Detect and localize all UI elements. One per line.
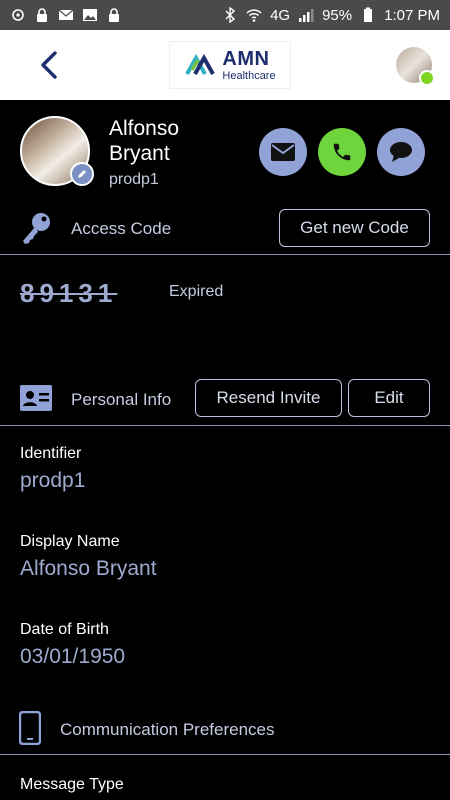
chat-button[interactable] — [377, 128, 425, 176]
divider — [0, 754, 450, 755]
display-name-label: Display Name — [20, 533, 120, 550]
logo-mark-icon — [185, 53, 216, 75]
identifier-value: prodp1 — [20, 469, 86, 492]
online-status-icon — [418, 70, 435, 86]
lock-icon — [37, 8, 47, 22]
logo-subtitle: Healthcare — [222, 69, 276, 82]
pencil-icon — [78, 170, 86, 178]
communication-preferences-label: Communication Preferences — [60, 720, 275, 739]
user-avatar[interactable] — [395, 47, 435, 86]
mobile-phone-icon — [19, 711, 41, 745]
sync-icon — [12, 9, 24, 21]
signal-icon — [299, 9, 314, 22]
logo-brand: AMN — [222, 47, 270, 70]
key-icon — [23, 213, 50, 244]
back-button[interactable] — [34, 45, 64, 85]
battery-percent: 95% — [322, 6, 353, 24]
access-code-label: Access Code — [71, 219, 172, 238]
message-type-label: Message Type — [20, 776, 124, 793]
edit-avatar-button[interactable] — [70, 162, 94, 186]
phone-icon — [333, 143, 351, 161]
dob-label: Date of Birth — [20, 621, 109, 638]
chat-bubble-icon — [390, 142, 412, 162]
id-card-icon — [20, 385, 52, 411]
profile-username: prodp1 — [109, 171, 159, 188]
edit-button[interactable]: Edit — [348, 379, 430, 417]
profile-section: Alfonso Bryant prodp1 — [0, 100, 450, 200]
chevron-left-icon — [41, 51, 57, 79]
status-icons-right: 4G 95% 1:07 PM — [222, 7, 440, 24]
bluetooth-icon — [225, 7, 236, 23]
status-icons-left — [10, 7, 122, 23]
mail-icon — [58, 9, 74, 20]
identifier-label: Identifier — [20, 445, 82, 462]
divider — [0, 254, 450, 255]
status-bar: 4G 95% 1:07 PM — [0, 0, 450, 30]
amn-healthcare-logo: AMN Healthcare — [169, 41, 291, 89]
app-header: AMN Healthcare — [0, 30, 450, 100]
display-name-value: Alfonso Bryant — [20, 557, 157, 580]
code-status: Expired — [169, 283, 224, 300]
personal-info-label: Personal Info — [71, 390, 172, 409]
divider — [0, 425, 450, 426]
get-new-code-button[interactable]: Get new Code — [279, 209, 430, 247]
email-button[interactable] — [259, 128, 307, 176]
battery-icon — [364, 7, 373, 22]
resend-invite-button[interactable]: Resend Invite — [195, 379, 342, 417]
dob-value: 03/01/1950 — [20, 645, 126, 668]
mail-icon — [271, 143, 295, 161]
wifi-icon — [246, 9, 262, 22]
access-code-value: 89131 — [20, 278, 118, 308]
call-button[interactable] — [318, 128, 366, 176]
network-type: 4G — [270, 6, 291, 24]
lock-icon — [109, 8, 119, 22]
image-icon — [83, 9, 97, 21]
profile-name: Alfonso Bryant — [109, 117, 180, 165]
clock: 1:07 PM — [384, 6, 440, 24]
